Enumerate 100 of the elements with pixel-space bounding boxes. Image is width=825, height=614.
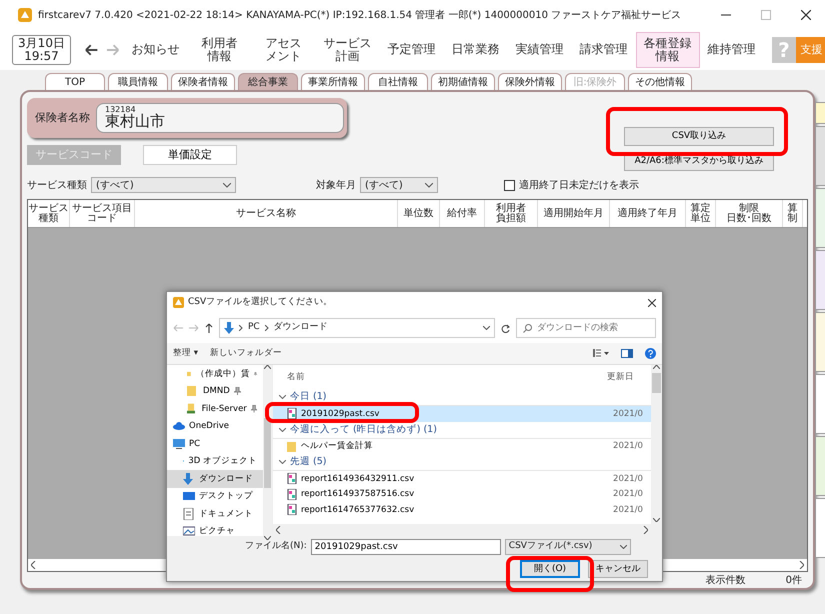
file-row[interactable]: report1614937587516.csv 2021/0 <box>273 486 651 502</box>
nav-item[interactable]: PC <box>167 435 263 453</box>
path-segment[interactable]: ダウンロード <box>274 321 328 335</box>
tab[interactable]: 自社情報 <box>368 73 428 90</box>
tab[interactable]: TOP <box>45 73 105 90</box>
file-row[interactable]: ヘルパー賃金計算 2021/0 <box>273 438 651 454</box>
menu-item[interactable]: アセス メント <box>252 32 316 68</box>
menu-item[interactable]: お知らせ <box>124 32 188 68</box>
up-arrow-icon <box>205 323 213 334</box>
menu-item[interactable]: 各種登録 情報 <box>636 32 700 68</box>
import-button[interactable]: CSV取り込み <box>624 127 774 146</box>
scroll-right-icon <box>799 561 804 569</box>
nav-item[interactable]: ダウンロード <box>167 470 263 488</box>
file-icon <box>287 504 297 516</box>
side-tab[interactable] <box>815 250 825 310</box>
column-header: サービス 種類 <box>28 200 70 227</box>
filter-select[interactable]: (すべて) <box>91 177 236 193</box>
group-header: 今週に入って (昨日は含めず) (1) <box>290 422 437 437</box>
cloud-icon <box>173 420 185 432</box>
filename-label: ファイル名(N): <box>245 540 307 554</box>
group-header: 今日 (1) <box>290 390 326 404</box>
file-icon <box>287 488 297 500</box>
file-row[interactable]: report1614765377632.csv 2021/0 <box>273 502 651 518</box>
tab[interactable]: 職員情報 <box>108 73 168 90</box>
nav-item[interactable]: DMND <box>167 382 263 400</box>
menu-item[interactable]: サービス 計画 <box>316 32 380 68</box>
vertical-scrollbar[interactable] <box>263 365 272 540</box>
search-field[interactable]: ダウンロードの検索 <box>516 318 656 338</box>
download-arrow-icon <box>224 322 234 334</box>
scroll-down-icon <box>653 518 660 522</box>
nav-item[interactable]: （作成中）賃 <box>167 365 263 383</box>
app-logo-icon <box>173 297 184 308</box>
dialog-title: CSVファイルを選択してください。 <box>188 296 334 309</box>
nav-item[interactable]: 3D オブジェクト <box>167 452 263 470</box>
forward-arrow-icon[interactable] <box>106 44 120 56</box>
tab[interactable]: 保険外情報 <box>498 73 562 90</box>
nav-item[interactable]: デスクトップ <box>167 488 263 506</box>
insurer-name: 東村山市 <box>105 114 166 129</box>
filter-label: 対象年月 <box>316 178 356 192</box>
checkbox-label: 適用終了日未定だけを表示 <box>519 178 639 192</box>
vertical-scrollbar[interactable] <box>651 365 662 536</box>
side-tab[interactable] <box>815 436 825 496</box>
file-row[interactable]: report1614936432911.csv 2021/0 <box>273 471 651 487</box>
tab[interactable]: その他情報 <box>628 73 692 90</box>
select-value: (すべて) <box>96 178 134 192</box>
chevron-icon <box>264 325 269 332</box>
help-icon <box>645 348 656 359</box>
back-arrow-icon[interactable] <box>85 44 98 56</box>
scrollbar-thumb[interactable] <box>264 418 271 488</box>
time-text: 19:57 <box>23 50 60 64</box>
nav-item[interactable]: File-Server <box>167 400 263 418</box>
menu-item[interactable]: 実績管理 <box>508 32 572 68</box>
side-tab[interactable] <box>815 188 825 248</box>
menu-item[interactable]: 日常業務 <box>444 32 508 68</box>
command-button[interactable]: 整理 ▾ <box>173 347 198 360</box>
side-tab[interactable] <box>815 374 825 434</box>
back-arrow-icon <box>173 324 183 332</box>
view-options-icon <box>593 349 609 358</box>
menu-item[interactable]: 予定管理 <box>380 32 444 68</box>
tab[interactable]: 保険者情報 <box>171 73 235 90</box>
dropdown-caret-icon <box>483 326 490 330</box>
side-tab[interactable] <box>815 498 825 558</box>
chevron-down-icon <box>279 395 286 400</box>
tab[interactable]: 初期値情報 <box>431 73 495 90</box>
column-header: 給付率 <box>440 200 485 227</box>
chevron-down-icon <box>279 460 286 464</box>
nav-item[interactable]: ピクチャ <box>167 522 263 540</box>
nav-item[interactable]: OneDrive <box>167 418 263 436</box>
refresh-icon <box>501 324 510 333</box>
file-row[interactable]: 20191029past.csv 2021/0 <box>273 406 651 422</box>
count-label: 表示件数 <box>706 574 746 588</box>
menu-item[interactable]: 利用者 情報 <box>188 32 252 68</box>
filename-field[interactable]: 20191029past.csv <box>310 538 501 555</box>
tab[interactable]: 事業所情報 <box>301 73 365 90</box>
filetype-select[interactable]: CSVファイル(*.csv) <box>504 538 631 555</box>
side-tab[interactable] <box>815 312 825 372</box>
folder-icon <box>287 440 297 452</box>
nav-item[interactable]: ドキュメント <box>167 505 263 523</box>
insurer-code: 132184 <box>105 106 136 114</box>
column-header: 名前 <box>287 370 306 384</box>
path-segment[interactable]: PC <box>248 321 260 335</box>
open-button[interactable]: 開く(O) <box>520 560 580 578</box>
dropdown-caret-icon <box>223 182 231 188</box>
checkbox[interactable] <box>504 180 515 190</box>
command-button[interactable]: 新しいフォルダー <box>210 347 282 360</box>
side-tab[interactable] <box>815 102 825 124</box>
address-bar[interactable]: PC ダウンロード <box>219 318 495 338</box>
folder-icon <box>187 385 199 398</box>
column-header: 算 制 <box>783 200 803 227</box>
tab[interactable]: 総合事業 <box>238 73 298 90</box>
column-header: 制限 日数･回数 <box>716 200 783 227</box>
scrollbar-thumb[interactable] <box>652 373 661 394</box>
side-tab[interactable] <box>815 126 825 186</box>
menu-item[interactable]: 請求管理 <box>572 32 636 68</box>
forward-arrow-icon <box>189 324 199 332</box>
mode-button[interactable]: 単価設定 <box>143 145 237 165</box>
menu-item[interactable]: 維持管理 <box>700 32 764 68</box>
file-icon <box>287 408 297 420</box>
cancel-button[interactable]: キャンセル <box>588 560 648 578</box>
filter-select[interactable]: (すべて) <box>360 177 438 193</box>
